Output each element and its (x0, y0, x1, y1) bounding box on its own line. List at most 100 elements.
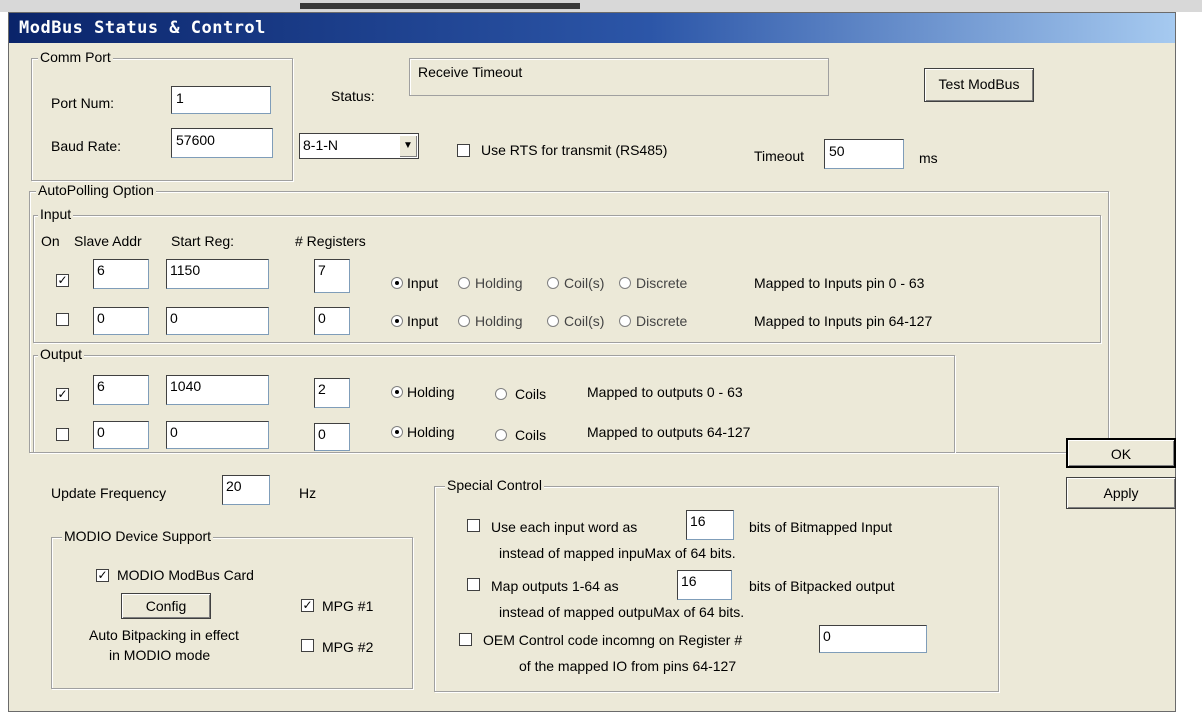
special-opt1-suffix: bits of Bitmapped Input (749, 519, 893, 535)
rts-checkbox[interactable] (457, 144, 470, 157)
special-opt2-suffix: bits of Bitpacked output (749, 578, 895, 594)
input-row2-discrete-label: Discrete (636, 313, 688, 329)
autopolling-label: AutoPolling Option (36, 182, 156, 198)
header-registers: # Registers (295, 233, 366, 249)
modio-label: MODIO Device Support (62, 528, 214, 544)
input-row1-holding-label: Holding (475, 275, 523, 291)
input-row2-slave-input[interactable]: 0 (93, 307, 149, 335)
status-box: Receive Timeout (409, 58, 829, 96)
modio-card-label: MODIO ModBus Card (117, 567, 254, 583)
input-label: Input (38, 206, 74, 222)
special-opt2-prefix: Map outputs 1-64 as (491, 578, 619, 594)
input-row2-holding-label: Holding (475, 313, 523, 329)
output-row1-mapped: Mapped to outputs 0 - 63 (587, 384, 743, 400)
special-opt2-checkbox[interactable] (467, 578, 480, 591)
chevron-down-icon[interactable]: ▼ (399, 135, 417, 157)
output-row2-on-checkbox[interactable] (56, 428, 69, 441)
input-row2-start-input[interactable]: 0 (166, 307, 269, 335)
output-row1-start-input[interactable]: 1040 (166, 375, 269, 405)
special-opt3-prefix: OEM Control code incomng on Register # (483, 632, 743, 648)
status-text: Receive Timeout (418, 64, 523, 80)
comm-port-group: Comm Port (31, 49, 293, 181)
mpg2-label: MPG #2 (322, 639, 374, 655)
input-row2-discrete-radio[interactable] (619, 315, 631, 327)
input-row2-on-checkbox[interactable] (56, 313, 69, 326)
input-row1-coils-radio[interactable] (547, 277, 559, 289)
dialog-window: ModBus Status & Control Comm Port Port N… (8, 12, 1176, 712)
special-control-label: Special Control (445, 477, 544, 493)
input-row1-slave-input[interactable]: 6 (93, 259, 149, 289)
special-opt3-input[interactable]: 0 (819, 625, 927, 653)
input-row2-count-input[interactable]: 0 (314, 307, 350, 335)
title-bar[interactable]: ModBus Status & Control (9, 13, 1175, 43)
output-row1-holding-radio[interactable] (391, 386, 403, 398)
input-row2-coils-label: Coil(s) (564, 313, 605, 329)
timeout-unit: ms (919, 150, 938, 166)
apply-button[interactable]: Apply (1066, 477, 1176, 509)
modio-note-line2: in MODIO mode (109, 647, 211, 663)
output-row1-coils-radio[interactable] (495, 388, 507, 400)
special-opt2-input[interactable]: 16 (677, 570, 732, 600)
input-row2-input-label: Input (407, 313, 439, 329)
output-row1-holding-label: Holding (407, 384, 455, 400)
header-on: On (41, 233, 60, 249)
update-frequency-input[interactable]: 20 (222, 475, 270, 505)
input-row1-holding-radio[interactable] (458, 277, 470, 289)
input-row1-coils-label: Coil(s) (564, 275, 605, 291)
port-num-input[interactable]: 1 (171, 86, 271, 114)
modio-card-checkbox[interactable]: ✓ (96, 569, 109, 582)
input-row2-mapped: Mapped to Inputs pin 64-127 (754, 313, 933, 329)
input-row1-discrete-label: Discrete (636, 275, 688, 291)
mpg1-checkbox[interactable]: ✓ (301, 599, 314, 612)
update-frequency-unit: Hz (299, 485, 317, 501)
output-row2-start-input[interactable]: 0 (166, 421, 269, 449)
window-title: ModBus Status & Control (19, 18, 266, 38)
output-label: Output (38, 346, 85, 362)
output-row2-mapped: Mapped to outputs 64-127 (587, 424, 751, 440)
output-row2-slave-input[interactable]: 0 (93, 421, 149, 449)
baud-rate-label: Baud Rate: (51, 138, 122, 154)
mpg2-checkbox[interactable] (301, 639, 314, 652)
special-opt3-checkbox[interactable] (459, 633, 472, 646)
test-modbus-button[interactable]: Test ModBus (924, 68, 1034, 102)
special-opt1-checkbox[interactable] (467, 519, 480, 532)
input-row2-input-radio[interactable] (391, 315, 403, 327)
output-row2-holding-radio[interactable] (391, 426, 403, 438)
input-row2-holding-radio[interactable] (458, 315, 470, 327)
config-button[interactable]: Config (121, 593, 211, 619)
output-row2-count-input[interactable]: 0 (314, 423, 350, 451)
input-row1-input-radio[interactable] (391, 277, 403, 289)
port-num-label: Port Num: (51, 95, 115, 111)
background-strip (0, 0, 1202, 12)
output-row1-coils-label: Coils (515, 386, 547, 402)
status-label: Status: (331, 88, 375, 104)
output-row1-slave-input[interactable]: 6 (93, 375, 149, 405)
input-row1-on-checkbox[interactable]: ✓ (56, 274, 69, 287)
input-row1-input-label: Input (407, 275, 439, 291)
special-opt1-prefix: Use each input word as (491, 519, 638, 535)
input-row1-mapped: Mapped to Inputs pin 0 - 63 (754, 275, 925, 291)
output-row1-on-checkbox[interactable]: ✓ (56, 388, 69, 401)
rts-label: Use RTS for transmit (RS485) (481, 142, 668, 158)
input-row1-count-input[interactable]: 7 (314, 259, 350, 293)
mpg1-label: MPG #1 (322, 598, 374, 614)
special-opt1-line2: instead of mapped inpuMax of 64 bits. (499, 545, 736, 561)
ok-button[interactable]: OK (1066, 438, 1176, 468)
output-row1-count-input[interactable]: 2 (314, 378, 350, 408)
input-row1-discrete-radio[interactable] (619, 277, 631, 289)
comm-port-label: Comm Port (38, 49, 113, 65)
special-opt1-input[interactable]: 16 (686, 510, 734, 540)
update-frequency-label: Update Frequency (51, 485, 167, 501)
special-opt2-line2: instead of mapped outpuMax of 64 bits. (499, 604, 745, 620)
timeout-input[interactable]: 50 (824, 139, 904, 169)
baud-rate-input[interactable]: 57600 (171, 128, 273, 158)
output-row2-coils-radio[interactable] (495, 429, 507, 441)
special-opt3-line2: of the mapped IO from pins 64-127 (519, 658, 737, 674)
format-select[interactable]: 8-1-N ▼ (299, 133, 419, 159)
format-value: 8-1-N (303, 137, 339, 153)
input-row1-start-input[interactable]: 1150 (166, 259, 269, 289)
output-row2-holding-label: Holding (407, 424, 455, 440)
modio-note-line1: Auto Bitpacking in effect (89, 627, 239, 643)
timeout-label: Timeout (754, 148, 805, 164)
input-row2-coils-radio[interactable] (547, 315, 559, 327)
